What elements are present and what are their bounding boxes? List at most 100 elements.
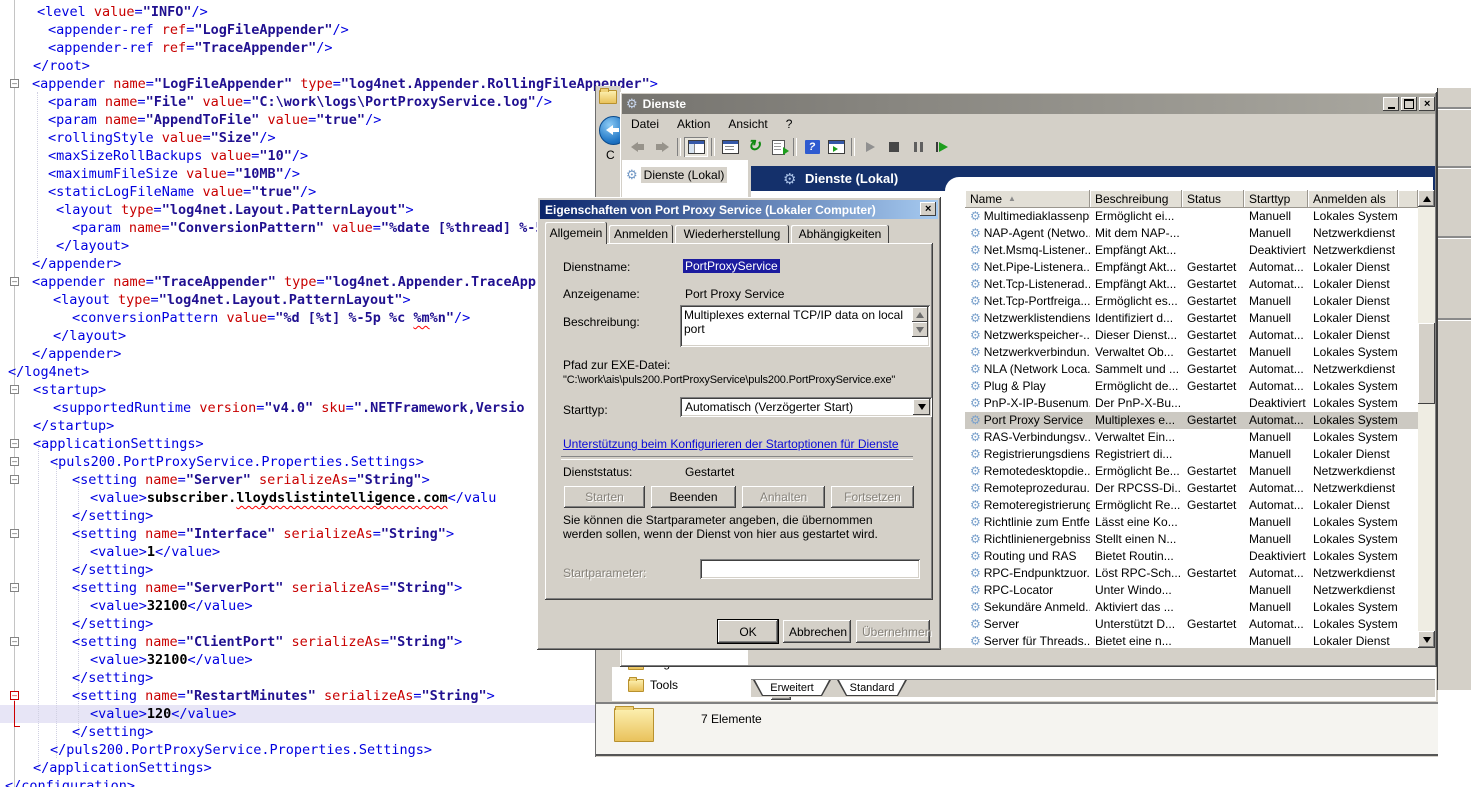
beenden-service-button[interactable]: Beenden	[651, 486, 736, 508]
beschreibung-textbox[interactable]: Multiplexes external TCP/IP data on loca…	[680, 305, 930, 347]
startparameter-input[interactable]	[700, 559, 920, 579]
service-row[interactable]: ⚙ServerUnterstützt D...GestartetAutomat.…	[965, 616, 1418, 633]
scroll-down-button[interactable]	[912, 322, 928, 337]
service-row[interactable]: ⚙Port Proxy ServiceMultiplexes e...Gesta…	[965, 412, 1418, 429]
menu-item-aktion[interactable]: Aktion	[668, 115, 719, 133]
window-title: Dienste	[643, 97, 686, 111]
services-list[interactable]: Name▲BeschreibungStatusStarttypAnmelden …	[965, 190, 1435, 648]
export-list-icon[interactable]	[766, 137, 790, 157]
outline-collapse-toggle[interactable]: –	[10, 475, 19, 484]
outline-collapse-toggle[interactable]: –	[10, 529, 19, 538]
view-tabs: Erweitert Standard	[751, 679, 1435, 697]
tree-item-dienste-lokal[interactable]: ⚙ Dienste (Lokal)	[626, 167, 727, 183]
fortsetzen-service-button[interactable]: Fortsetzen	[831, 486, 914, 508]
chevron-down-icon[interactable]	[913, 399, 930, 415]
anhalten-service-button[interactable]: Anhalten	[742, 486, 825, 508]
starten-service-button[interactable]: Starten	[564, 486, 645, 508]
service-row[interactable]: ⚙Registrierungsdiens...Registriert di...…	[965, 446, 1418, 463]
outline-collapse-toggle[interactable]: –	[10, 583, 19, 592]
service-row[interactable]: ⚙Net.Tcp-Portfreiga...Ermöglicht es...Ge…	[965, 293, 1418, 310]
service-row[interactable]: ⚙Plug & PlayErmöglicht de...GestartetAut…	[965, 378, 1418, 395]
list-item[interactable]: Tools	[650, 677, 678, 693]
cancel-button[interactable]: Abbrechen	[783, 620, 851, 643]
service-row[interactable]: ⚙Multimediaklassenpl...Ermöglicht ei...M…	[965, 208, 1418, 225]
beschreibung-label: Beschreibung:	[563, 315, 640, 329]
minimize-button[interactable]	[1383, 97, 1399, 111]
service-row[interactable]: ⚙PnP-X-IP-Busenum...Der PnP-X-Bu...Deakt…	[965, 395, 1418, 412]
service-row[interactable]: ⚙Net.Msmq-Listener...Empfängt Akt...Deak…	[965, 242, 1418, 259]
service-row[interactable]: ⚙NetzwerklistendienstIdentifiziert d...G…	[965, 310, 1418, 327]
startoptionen-help-link[interactable]: Unterstützung beim Konfigurieren der Sta…	[563, 437, 899, 451]
service-gear-icon: ⚙	[970, 328, 981, 342]
pause-service-icon[interactable]	[906, 137, 930, 157]
help-icon[interactable]: ?	[800, 137, 824, 157]
stop-service-icon[interactable]	[882, 137, 906, 157]
starttyp-combobox[interactable]: Automatisch (Verzögerter Start)	[680, 397, 932, 417]
service-logon: Netzwerkdienst	[1308, 480, 1398, 497]
ok-button[interactable]: OK	[718, 620, 778, 643]
column-header-anmelden-als[interactable]: Anmelden als	[1308, 190, 1398, 208]
outline-collapse-toggle[interactable]: –	[10, 385, 19, 394]
service-row[interactable]: ⚙Richtlinienergebniss...Stellt einen N..…	[965, 531, 1418, 548]
properties-icon[interactable]	[718, 137, 742, 157]
service-row[interactable]: ⚙Netzwerkverbindun...Verwaltet Ob...Gest…	[965, 344, 1418, 361]
dialog-close-button[interactable]: ×	[920, 202, 936, 216]
outline-collapse-toggle[interactable]: –	[10, 637, 19, 646]
service-row[interactable]: ⚙RPC-LocatorUnter Windo...ManuellNetzwer…	[965, 582, 1418, 599]
service-row[interactable]: ⚙Server für Threads...Bietet eine n...Ma…	[965, 633, 1418, 648]
vertical-scrollbar[interactable]	[1418, 190, 1435, 648]
column-header-name[interactable]: Name▲	[965, 190, 1090, 208]
code-line: </startup>	[33, 417, 114, 435]
scroll-up-button[interactable]	[1418, 190, 1435, 207]
dialog-tab-anmelden[interactable]: Anmelden	[609, 225, 673, 243]
service-row[interactable]: ⚙RAS-Verbindungsv...Verwaltet Ein...Manu…	[965, 429, 1418, 446]
menu-item-ansicht[interactable]: Ansicht	[719, 115, 776, 133]
outline-collapse-toggle[interactable]: –	[10, 457, 19, 466]
list-item[interactable]: Logs	[650, 667, 676, 671]
forward-icon[interactable]	[650, 137, 674, 157]
service-row[interactable]: ⚙Remoteprozedurau...Der RPCSS-Di...Gesta…	[965, 480, 1418, 497]
service-row[interactable]: ⚙NAP-Agent (Netwo...Mit dem NAP-...Manue…	[965, 225, 1418, 242]
dialog-tab-wiederherstellung[interactable]: Wiederherstellung	[675, 225, 789, 243]
service-row[interactable]: ⚙Netzwerkspeicher-...Dieser Dienst...Ges…	[965, 327, 1418, 344]
close-button[interactable]: ×	[1419, 97, 1435, 111]
service-row[interactable]: ⚙Net.Tcp-Listenerad...Empfängt Akt...Ges…	[965, 276, 1418, 293]
extended-view-icon[interactable]	[824, 137, 848, 157]
service-row[interactable]: ⚙Richtlinie zum Entfe...Lässt eine Ko...…	[965, 514, 1418, 531]
service-row[interactable]: ⚙Routing und RASBietet Routin...Deaktivi…	[965, 548, 1418, 565]
service-row[interactable]: ⚙Remotedesktopdie...Ermöglicht Be...Gest…	[965, 463, 1418, 480]
scroll-down-button[interactable]	[1418, 631, 1435, 648]
service-row[interactable]: ⚙NLA (Network Loca...Sammelt und ...Gest…	[965, 361, 1418, 378]
service-row[interactable]: ⚙RemoteregistrierungErmöglicht Re...Gest…	[965, 497, 1418, 514]
start-service-icon[interactable]	[858, 137, 882, 157]
outline-collapse-toggle[interactable]: –	[10, 691, 19, 700]
dialog-tab-allgemein[interactable]: Allgemein	[545, 222, 607, 244]
back-icon[interactable]	[626, 137, 650, 157]
outline-collapse-toggle[interactable]: –	[10, 439, 19, 448]
restart-service-icon[interactable]	[930, 137, 954, 157]
show-tree-icon[interactable]	[684, 137, 708, 157]
service-row[interactable]: ⚙Sekundäre Anmeld...Aktiviert das ...Man…	[965, 599, 1418, 616]
column-header-status[interactable]: Status	[1182, 190, 1244, 208]
service-gear-icon: ⚙	[970, 345, 981, 359]
outline-collapse-toggle[interactable]: –	[10, 277, 19, 286]
outline-collapse-toggle[interactable]: –	[10, 79, 19, 88]
service-description: Bietet eine n...	[1090, 633, 1182, 648]
service-name: ⚙Netzwerklistendienst	[965, 310, 1090, 327]
view-tab-erweitert[interactable]: Erweitert	[753, 680, 831, 696]
column-header-beschreibung[interactable]: Beschreibung	[1090, 190, 1182, 208]
dialog-tab-abhngigkeiten[interactable]: Abhängigkeiten	[791, 225, 889, 243]
menu-item-?[interactable]: ?	[777, 115, 802, 133]
service-row[interactable]: ⚙Net.Pipe-Listenera...Empfängt Akt...Ges…	[965, 259, 1418, 276]
service-row[interactable]: ⚙RPC-Endpunktzuor...Löst RPC-Sch...Gesta…	[965, 565, 1418, 582]
scroll-up-button[interactable]	[912, 307, 928, 322]
maximize-button[interactable]	[1401, 97, 1417, 111]
dienstname-value[interactable]: PortProxyService	[683, 259, 780, 273]
menu-item-datei[interactable]: Datei	[622, 115, 668, 133]
column-header-starttyp[interactable]: Starttyp	[1244, 190, 1308, 208]
refresh-icon[interactable]: ↻	[742, 137, 766, 157]
service-logon: Netzwerkdienst	[1308, 242, 1398, 259]
view-tab-standard[interactable]: Standard	[837, 680, 907, 696]
apply-button[interactable]: Übernehmen	[856, 620, 930, 643]
scrollbar-thumb[interactable]	[1418, 323, 1435, 404]
